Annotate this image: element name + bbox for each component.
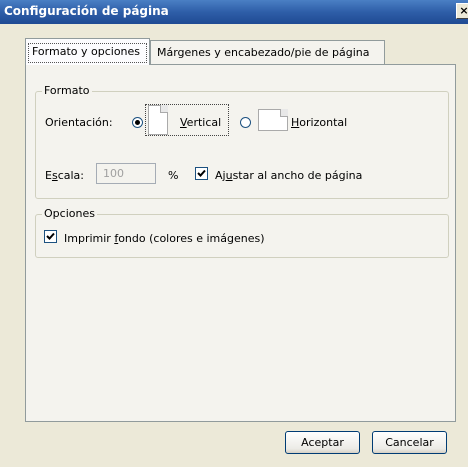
close-icon[interactable]: × xyxy=(456,3,468,19)
label-part: E xyxy=(45,169,52,182)
window-title: Configuración de página xyxy=(4,4,169,18)
label-part: Imprimir xyxy=(64,232,115,245)
title-bar: Configuración de página × xyxy=(0,0,468,24)
orientation-horizontal-label[interactable]: Horizontal xyxy=(291,116,347,129)
check-icon xyxy=(46,232,55,240)
print-background-label[interactable]: Imprimir fondo (colores e imágenes) xyxy=(64,232,265,245)
options-group-legend: Opciones xyxy=(42,207,97,220)
label-part: cala: xyxy=(57,169,84,182)
mnemonic: u xyxy=(225,169,233,182)
tab-panel: Formato Orientación: Vertical Horizontal… xyxy=(25,64,456,422)
fit-width-checkbox[interactable] xyxy=(195,167,208,180)
fit-width-label[interactable]: Ajustar al ancho de página xyxy=(215,169,362,182)
scale-input[interactable]: 100 xyxy=(96,163,156,184)
label-rest: orizontal xyxy=(299,116,348,129)
label-rest: ertical xyxy=(186,116,222,129)
orientation-vertical-label[interactable]: Vertical xyxy=(180,116,221,129)
scale-unit: % xyxy=(168,169,179,182)
page-fold-icon xyxy=(160,105,168,113)
check-icon xyxy=(197,169,206,177)
orientation-label: Orientación: xyxy=(45,116,113,129)
page-fold-icon xyxy=(280,109,288,117)
tab-margins-header-footer[interactable]: Márgenes y encabezado/pie de página xyxy=(150,40,385,64)
print-background-checkbox[interactable] xyxy=(44,230,57,243)
accept-button[interactable]: Aceptar xyxy=(285,431,360,454)
orientation-horizontal-radio[interactable] xyxy=(240,117,251,128)
orientation-vertical-radio[interactable] xyxy=(132,117,143,128)
format-group-legend: Formato xyxy=(42,84,92,97)
label-part: star al ancho de página xyxy=(232,169,363,182)
label-part: Aj xyxy=(215,169,226,182)
tab-format-options[interactable]: Formato y opciones xyxy=(25,38,150,65)
tab-label: Márgenes y encabezado/pie de página xyxy=(157,46,370,59)
tab-label: Formato y opciones xyxy=(32,45,141,58)
label-part: ondo (colores e imágenes) xyxy=(118,232,265,245)
cancel-button[interactable]: Cancelar xyxy=(372,431,447,454)
scale-label: Escala: xyxy=(45,169,84,182)
mnemonic: V xyxy=(180,116,187,129)
